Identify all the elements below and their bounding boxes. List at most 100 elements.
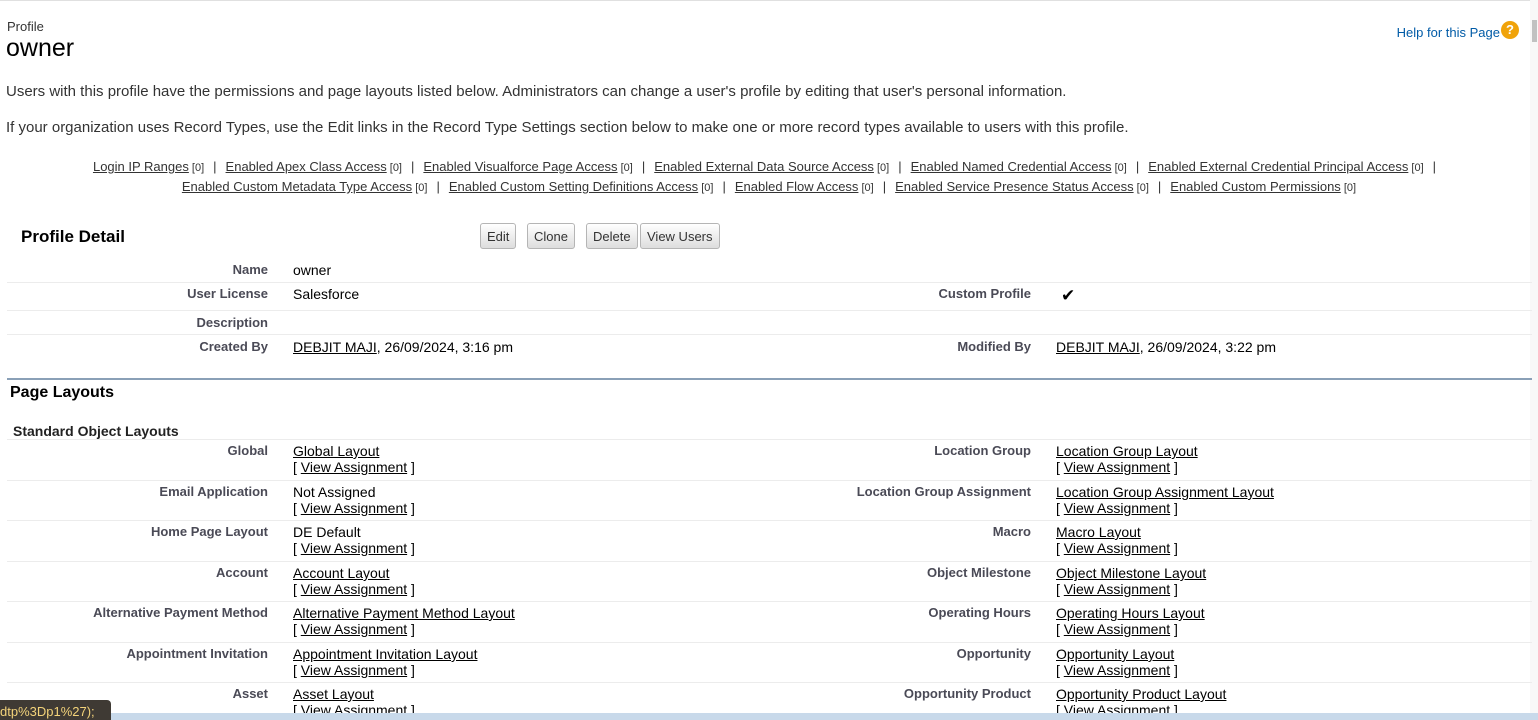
layout-link[interactable]: Object Milestone Layout <box>1056 565 1206 581</box>
row-divider <box>7 601 1532 602</box>
row-divider <box>7 520 1532 521</box>
related-link[interactable]: Enabled External Credential Principal Ac… <box>1148 159 1408 174</box>
related-link-count: [0] <box>1133 182 1149 194</box>
top-border <box>0 0 1538 1</box>
layout-link[interactable]: Alternative Payment Method Layout <box>293 605 515 621</box>
row-divider <box>7 334 1532 335</box>
layout-link[interactable]: Location Group Layout <box>1056 443 1198 459</box>
layout-value: Location Group Layout[ View Assignment ] <box>1056 443 1198 475</box>
view-assignment-link[interactable]: View Assignment <box>301 662 407 678</box>
layout-link[interactable]: Operating Hours Layout <box>1056 605 1205 621</box>
bracket: ] <box>1170 500 1178 516</box>
view-assignment-link[interactable]: View Assignment <box>301 459 407 475</box>
layout-object-label: Location Group Assignment <box>856 484 1031 499</box>
view-assignment-link[interactable]: View Assignment <box>301 540 407 556</box>
related-link[interactable]: Enabled Visualforce Page Access <box>423 159 617 174</box>
view-assignment-link[interactable]: View Assignment <box>301 621 407 637</box>
related-link[interactable]: Enabled Custom Metadata Type Access <box>182 179 412 194</box>
bracket: [ <box>293 500 301 516</box>
layout-link[interactable]: Location Group Assignment Layout <box>1056 484 1274 500</box>
layout-object-label: Appointment Invitation <box>126 646 268 661</box>
bracket: [ <box>293 459 301 475</box>
modified-by-user-link[interactable]: DEBJIT MAJI <box>1056 339 1140 355</box>
view-assignment-link[interactable]: View Assignment <box>1064 500 1170 516</box>
layout-link[interactable]: Appointment Invitation Layout <box>293 646 477 662</box>
section-divider <box>7 378 1532 380</box>
related-link[interactable]: Enabled Custom Setting Definitions Acces… <box>449 179 698 194</box>
page-title: owner <box>6 34 75 62</box>
layout-object-label: Email Application <box>159 484 268 499</box>
layout-link[interactable]: Account Layout <box>293 565 390 581</box>
related-link-count: [0] <box>188 162 205 174</box>
modified-by-date: , 26/09/2024, 3:22 pm <box>1139 339 1276 355</box>
layout-link[interactable]: Macro Layout <box>1056 524 1141 540</box>
layout-value: Operating Hours Layout[ View Assignment … <box>1056 605 1205 637</box>
link-separator: | <box>1157 179 1162 194</box>
user-license-value: Salesforce <box>293 286 360 302</box>
layout-link[interactable]: Global Layout <box>293 443 379 459</box>
layout-link[interactable]: Opportunity Layout <box>1056 646 1174 662</box>
view-users-button[interactable]: View Users <box>640 223 720 249</box>
modified-by-label: Modified By <box>957 339 1031 354</box>
intro-text-2: If your organization uses Record Types, … <box>6 119 1129 136</box>
clone-button[interactable]: Clone <box>527 223 575 249</box>
layout-object-label: Operating Hours <box>928 605 1031 620</box>
row-divider <box>7 480 1532 481</box>
bracket: [ <box>293 621 301 637</box>
view-assignment-link[interactable]: View Assignment <box>1064 662 1170 678</box>
created-by-label: Created By <box>199 339 268 354</box>
layout-value: DE Default[ View Assignment ] <box>293 524 415 556</box>
related-link-count: [0] <box>412 182 428 194</box>
delete-button[interactable]: Delete <box>586 223 638 249</box>
vertical-scrollbar[interactable] <box>1530 0 1538 720</box>
link-separator: | <box>898 159 902 174</box>
bracket: [ <box>1056 459 1064 475</box>
view-assignment-link[interactable]: View Assignment <box>1064 540 1170 556</box>
related-link[interactable]: Enabled External Data Source Access <box>654 159 874 174</box>
layout-link[interactable]: Opportunity Product Layout <box>1056 686 1226 702</box>
layout-object-label: Account <box>216 565 268 580</box>
scrollbar-thumb[interactable] <box>1532 20 1537 42</box>
page-layouts-title: Page Layouts <box>10 384 115 401</box>
related-link[interactable]: Enabled Custom Permissions <box>1170 179 1341 194</box>
bottom-scroll-strip <box>111 713 1538 720</box>
related-link[interactable]: Enabled Named Credential Access <box>911 159 1112 174</box>
user-license-label: User License <box>187 286 268 301</box>
layout-name: Not Assigned <box>293 484 376 500</box>
related-link[interactable]: Enabled Service Presence Status Access <box>895 179 1133 194</box>
view-assignment-link[interactable]: View Assignment <box>1064 621 1170 637</box>
status-tooltip: dtp%3Dp1%27); <box>0 700 111 720</box>
layout-object-label: Global <box>227 443 268 458</box>
row-divider <box>7 439 1532 440</box>
checkmark-icon: ✔ <box>1061 286 1076 305</box>
related-links-row-1: Login IP Ranges [0] | Enabled Apex Class A… <box>0 159 1538 174</box>
bracket: [ <box>293 581 301 597</box>
row-divider <box>7 310 1532 311</box>
related-link-count: [0] <box>1340 182 1357 194</box>
view-assignment-link[interactable]: View Assignment <box>301 500 407 516</box>
view-assignment-link[interactable]: View Assignment <box>1064 459 1170 475</box>
name-label: Name <box>232 262 268 277</box>
bracket: ] <box>407 581 415 597</box>
help-icon[interactable]: ? <box>1501 21 1519 39</box>
related-link-count: [0] <box>858 182 874 194</box>
related-link[interactable]: Enabled Flow Access <box>735 179 859 194</box>
related-link[interactable]: Enabled Apex Class Access <box>226 159 387 174</box>
related-link-count: [0] <box>873 162 890 174</box>
related-link[interactable]: Login IP Ranges <box>93 159 189 174</box>
layout-link[interactable]: Asset Layout <box>293 686 374 702</box>
layout-value: Not Assigned[ View Assignment ] <box>293 484 415 516</box>
view-assignment-link[interactable]: View Assignment <box>301 581 407 597</box>
layout-value: Global Layout[ View Assignment ] <box>293 443 415 475</box>
bracket: [ <box>1056 581 1064 597</box>
bracket: [ <box>1056 662 1064 678</box>
standard-object-layouts-title: Standard Object Layouts <box>13 423 179 439</box>
view-assignment-link[interactable]: View Assignment <box>1064 581 1170 597</box>
edit-button[interactable]: Edit <box>480 223 517 249</box>
layout-object-label: Asset <box>232 686 268 701</box>
layout-value: Location Group Assignment Layout[ View A… <box>1056 484 1274 516</box>
help-link[interactable]: Help for this Page <box>1397 25 1500 40</box>
custom-profile-label: Custom Profile <box>938 286 1031 301</box>
layout-value: Macro Layout[ View Assignment ] <box>1056 524 1178 556</box>
created-by-user-link[interactable]: DEBJIT MAJI <box>293 339 377 355</box>
